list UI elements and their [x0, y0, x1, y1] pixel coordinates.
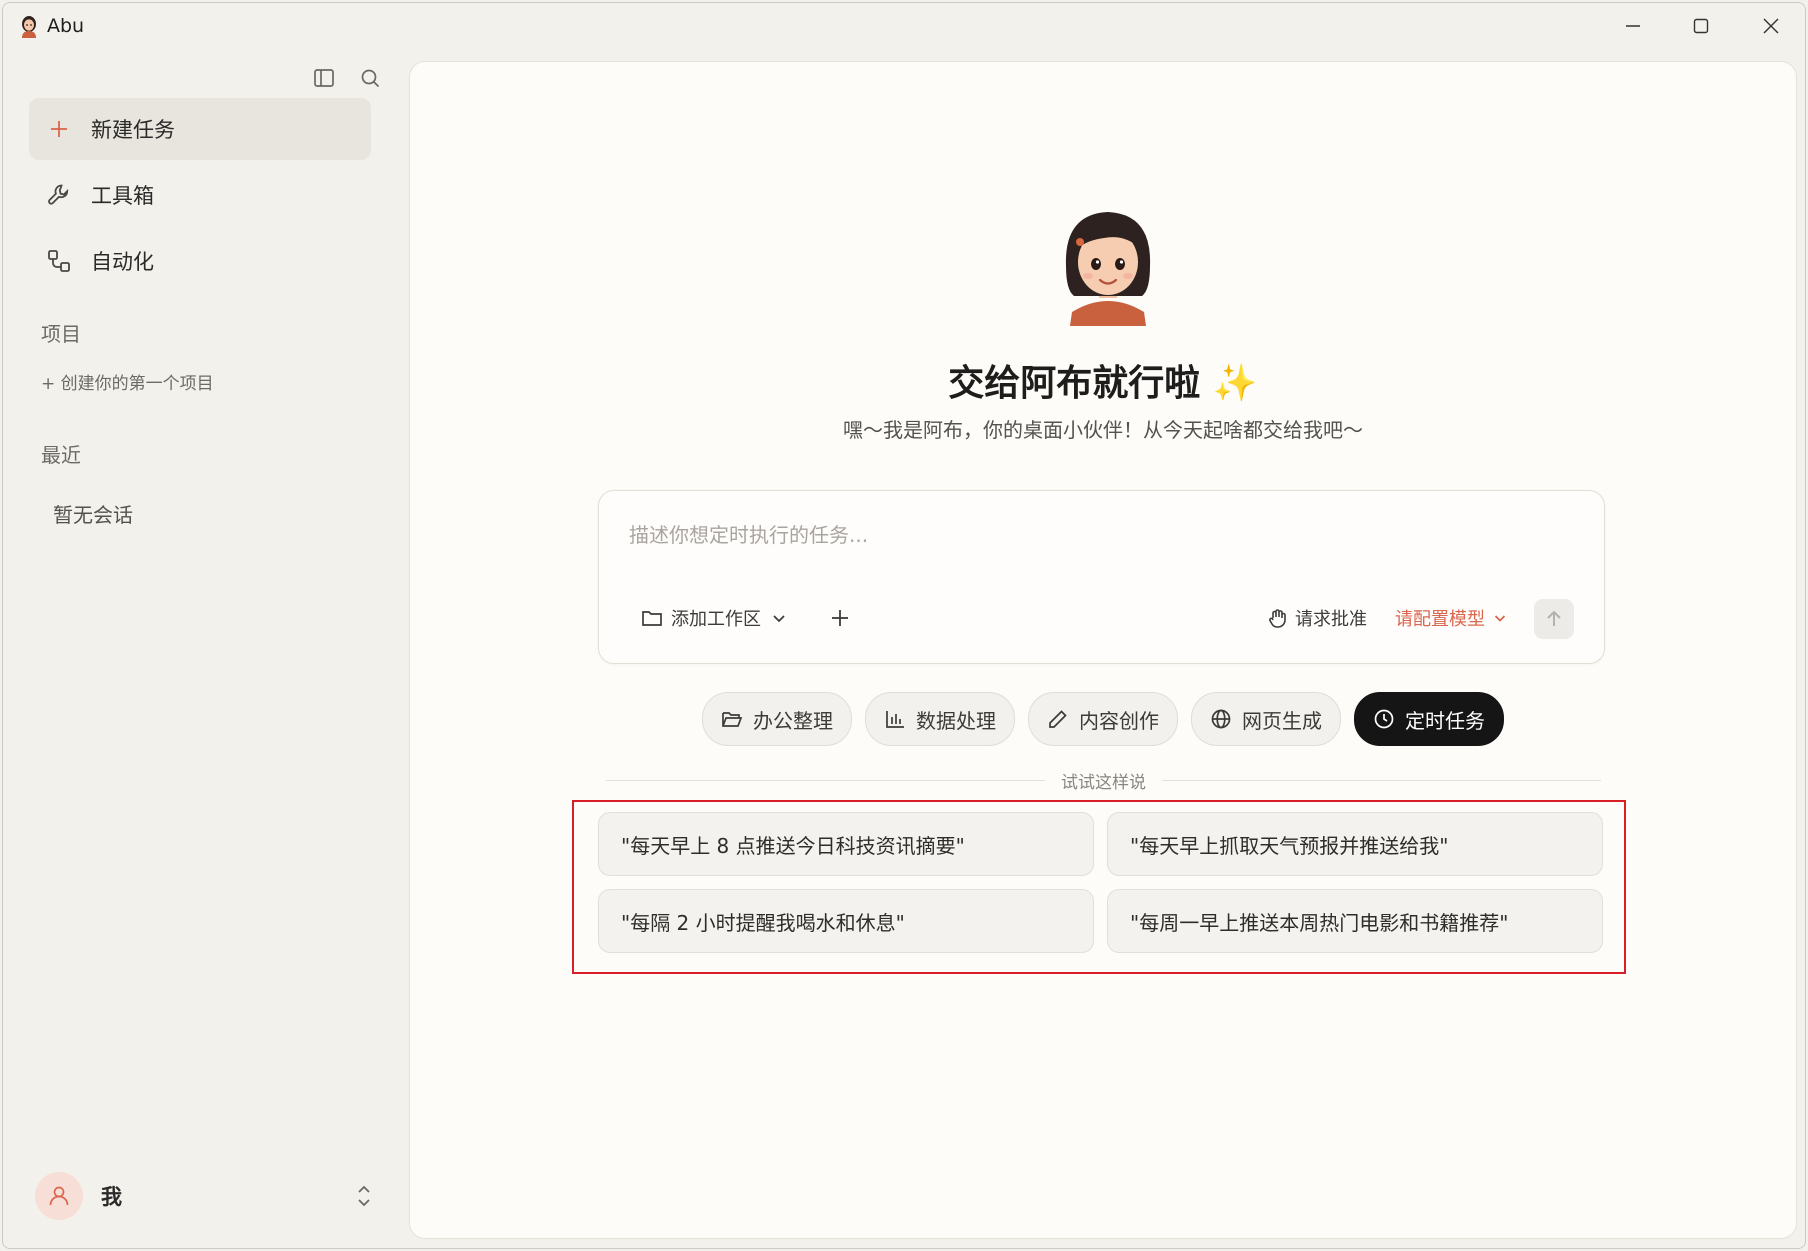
category-data-label: 数据处理 [916, 708, 996, 733]
category-data[interactable]: 数据处理 [865, 692, 1015, 746]
category-scheduled[interactable]: 定时任务 [1354, 692, 1504, 746]
workflow-icon [43, 245, 75, 277]
category-content-label: 内容创作 [1079, 708, 1159, 733]
maximize-button[interactable] [1667, 3, 1735, 49]
sparkles-icon: ✨ [1212, 363, 1258, 404]
category-web[interactable]: 网页生成 [1191, 692, 1341, 746]
nav-new-task-label: 新建任务 [91, 118, 175, 142]
close-icon [1763, 18, 1779, 34]
abu-mascot-image [1065, 212, 1151, 326]
nav-automation[interactable]: 自动化 [29, 230, 371, 292]
category-web-label: 网页生成 [1242, 708, 1322, 733]
category-office-label: 办公整理 [753, 708, 833, 733]
chevron-down-icon [773, 615, 785, 623]
sidebar-search-button[interactable] [355, 63, 385, 93]
globe-icon [1211, 709, 1231, 729]
app-window: Abu 新建任务 工具箱 自动化 项目 + 创建你的第一个项目 最近 暂无会话 … [2, 2, 1806, 1249]
send-button[interactable] [1534, 599, 1574, 639]
user-name: 我 [101, 1185, 122, 1209]
task-composer: 添加工作区 请求批准 请配置模型 [598, 490, 1605, 664]
request-approval-label: 请求批准 [1295, 609, 1367, 630]
sidebar-toggle-button[interactable] [309, 63, 339, 93]
chevron-down-icon [1494, 615, 1506, 622]
page-title: 交给阿布就行啦 ✨ [410, 354, 1796, 406]
configure-model-button[interactable]: 请配置模型 [1395, 603, 1507, 633]
minimize-button[interactable] [1599, 3, 1667, 49]
user-menu[interactable]: 我 [35, 1171, 375, 1221]
folder-icon [642, 611, 662, 626]
page-subtitle: 嘿～我是阿布，你的桌面小伙伴！从今天起啥都交给我吧～ [843, 418, 1363, 442]
suggestion-card[interactable]: "每天早上 8 点推送今日科技资讯摘要" [598, 812, 1094, 876]
plus-icon [832, 610, 848, 626]
maximize-icon [1693, 18, 1709, 34]
suggestions-heading: 试试这样说 [606, 768, 1601, 793]
category-scheduled-label: 定时任务 [1405, 708, 1485, 733]
close-button[interactable] [1737, 3, 1805, 49]
create-project-link[interactable]: + 创建你的第一个项目 [41, 369, 214, 394]
avatar [35, 1172, 83, 1220]
suggestion-card[interactable]: "每隔 2 小时提醒我喝水和休息" [598, 889, 1094, 953]
bar-chart-icon [886, 711, 904, 728]
app-logo-icon [22, 16, 36, 38]
sidebar-toggle-icon [314, 69, 334, 87]
sidebar: 新建任务 工具箱 自动化 项目 + 创建你的第一个项目 最近 暂无会话 我 [3, 49, 405, 1248]
task-input[interactable] [627, 519, 1571, 551]
window-title: Abu [47, 15, 85, 37]
projects-heading: 项目 [41, 322, 81, 346]
plus-icon [43, 113, 75, 145]
user-icon [49, 1186, 69, 1206]
request-approval-button[interactable]: 请求批准 [1267, 603, 1367, 633]
nav-automation-label: 自动化 [91, 250, 154, 274]
suggestion-card[interactable]: "每周一早上推送本周热门电影和书籍推荐" [1107, 889, 1603, 953]
suggestions-divider: 试试这样说 [606, 768, 1601, 793]
search-icon [361, 69, 380, 88]
folder-open-icon [722, 712, 743, 727]
pencil-icon [1049, 710, 1067, 728]
recent-empty-text: 暂无会话 [53, 503, 133, 527]
page-title-text: 交给阿布就行啦 [948, 363, 1201, 404]
category-office[interactable]: 办公整理 [702, 692, 852, 746]
suggestion-card[interactable]: "每天早上抓取天气预报并推送给我" [1107, 812, 1603, 876]
add-workspace-button[interactable]: 添加工作区 [641, 603, 787, 633]
nav-toolbox-label: 工具箱 [91, 184, 154, 208]
add-attachment-button[interactable] [825, 603, 855, 633]
category-content[interactable]: 内容创作 [1028, 692, 1178, 746]
nav-new-task[interactable]: 新建任务 [29, 98, 371, 160]
add-workspace-label: 添加工作区 [671, 609, 761, 630]
wrench-icon [43, 179, 75, 211]
arrow-up-icon [1547, 610, 1561, 626]
chevron-up-down-icon [353, 1183, 375, 1213]
category-chips: 办公整理 数据处理 内容创作 网页生成 定时任务 [410, 692, 1796, 746]
main-panel: 交给阿布就行啦 ✨ 嘿～我是阿布，你的桌面小伙伴！从今天起啥都交给我吧～ 添加工… [409, 61, 1797, 1239]
title-bar: Abu [3, 3, 1805, 49]
hand-icon [1269, 609, 1286, 628]
clock-icon [1374, 709, 1394, 729]
minimize-icon [1626, 25, 1640, 27]
recent-heading: 最近 [41, 443, 81, 467]
configure-model-label: 请配置模型 [1395, 609, 1485, 630]
nav-toolbox[interactable]: 工具箱 [29, 164, 371, 226]
